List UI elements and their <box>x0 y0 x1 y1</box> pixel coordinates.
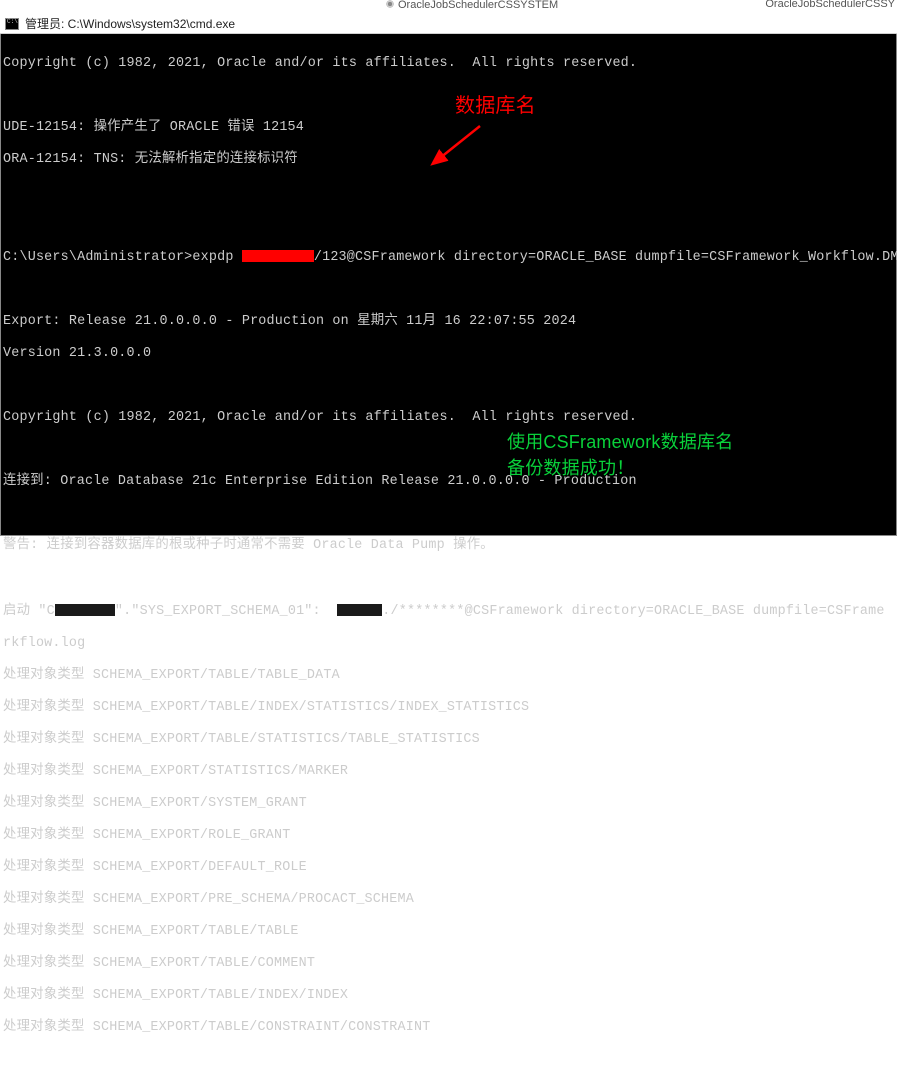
console-line <box>3 506 894 522</box>
console-line: 处理对象类型 SCHEMA_EXPORT/TABLE/TABLE <box>3 924 894 940</box>
redacted-user-dark <box>337 604 382 616</box>
console-line: 处理对象类型 SCHEMA_EXPORT/SYSTEM_GRANT <box>3 796 894 812</box>
console-line: 警告: 连接到容器数据库的根或种子时通常不需要 Oracle Data Pump… <box>3 538 894 554</box>
console-line: UDE-12154: 操作产生了 ORACLE 错误 12154 <box>3 120 894 136</box>
console-line: ORA-12154: TNS: 无法解析指定的连接标识符 <box>3 152 894 168</box>
console-line: Copyright (c) 1982, 2021, Oracle and/or … <box>3 56 894 72</box>
console-line: 处理对象类型 SCHEMA_EXPORT/DEFAULT_ROLE <box>3 860 894 876</box>
console-line <box>3 184 894 200</box>
console-line: 处理对象类型 SCHEMA_EXPORT/TABLE/TABLE_DATA <box>3 668 894 684</box>
console-line <box>3 570 894 586</box>
console-output[interactable]: Copyright (c) 1982, 2021, Oracle and/or … <box>0 34 897 536</box>
background-window-strip: OracleJobSchedulerCSSYSTEM OracleJobSche… <box>0 0 897 14</box>
redacted-username-red <box>242 250 314 262</box>
console-line <box>3 88 894 104</box>
console-line: 处理对象类型 SCHEMA_EXPORT/ROLE_GRANT <box>3 828 894 844</box>
prompt-prefix: C:\Users\Administrator>expdp <box>3 250 242 265</box>
console-line: rkflow.log <box>3 636 894 652</box>
console-start-line: 启动 "C "."SYS_EXPORT_SCHEMA_01": ./*******… <box>3 602 894 620</box>
console-line: 连接到: Oracle Database 21c Enterprise Edit… <box>3 474 894 490</box>
console-line: Copyright (c) 1982, 2021, Oracle and/or … <box>3 410 894 426</box>
console-line: 处理对象类型 SCHEMA_EXPORT/TABLE/CONSTRAINT/CO… <box>3 1020 894 1036</box>
redacted-schema-dark <box>55 604 115 616</box>
service-label-1: OracleJobSchedulerCSSYSTEM <box>385 0 558 11</box>
cmd-titlebar[interactable]: 管理员: C:\Windows\system32\cmd.exe <box>0 14 897 34</box>
console-line: 处理对象类型 SCHEMA_EXPORT/TABLE/INDEX/STATIST… <box>3 700 894 716</box>
console-line <box>3 378 894 394</box>
service-text-1: OracleJobSchedulerCSSYSTEM <box>398 0 558 11</box>
console-line <box>3 282 894 298</box>
service-label-2: OracleJobSchedulerCSSY <box>765 0 895 10</box>
console-line: Export: Release 21.0.0.0.0 - Production … <box>3 314 894 330</box>
prompt-suffix: /123@CSFramework directory=ORACLE_BASE d… <box>314 250 897 265</box>
console-line: 处理对象类型 SCHEMA_EXPORT/TABLE/INDEX/INDEX <box>3 988 894 1004</box>
service-text-2: OracleJobSchedulerCSSY <box>765 0 895 10</box>
console-line: 处理对象类型 SCHEMA_EXPORT/PRE_SCHEMA/PROCACT_… <box>3 892 894 908</box>
console-line <box>3 442 894 458</box>
console-line: 处理对象类型 SCHEMA_EXPORT/TABLE/STATISTICS/TA… <box>3 732 894 748</box>
console-line: 处理对象类型 SCHEMA_EXPORT/TABLE/COMMENT <box>3 956 894 972</box>
console-line: Version 21.3.0.0.0 <box>3 346 894 362</box>
gear-icon <box>385 0 395 9</box>
console-command-line: C:\Users\Administrator>expdp /123@CSFram… <box>3 248 894 266</box>
start-a: 启动 "C <box>3 604 55 619</box>
start-c: ./********@CSFramework directory=ORACLE_… <box>382 604 884 619</box>
start-b: "."SYS_EXPORT_SCHEMA_01": <box>115 604 337 619</box>
cmd-icon <box>5 18 19 30</box>
console-line: 处理对象类型 SCHEMA_EXPORT/STATISTICS/MARKER <box>3 764 894 780</box>
window-title: 管理员: C:\Windows\system32\cmd.exe <box>25 15 235 32</box>
console-line <box>3 216 894 232</box>
